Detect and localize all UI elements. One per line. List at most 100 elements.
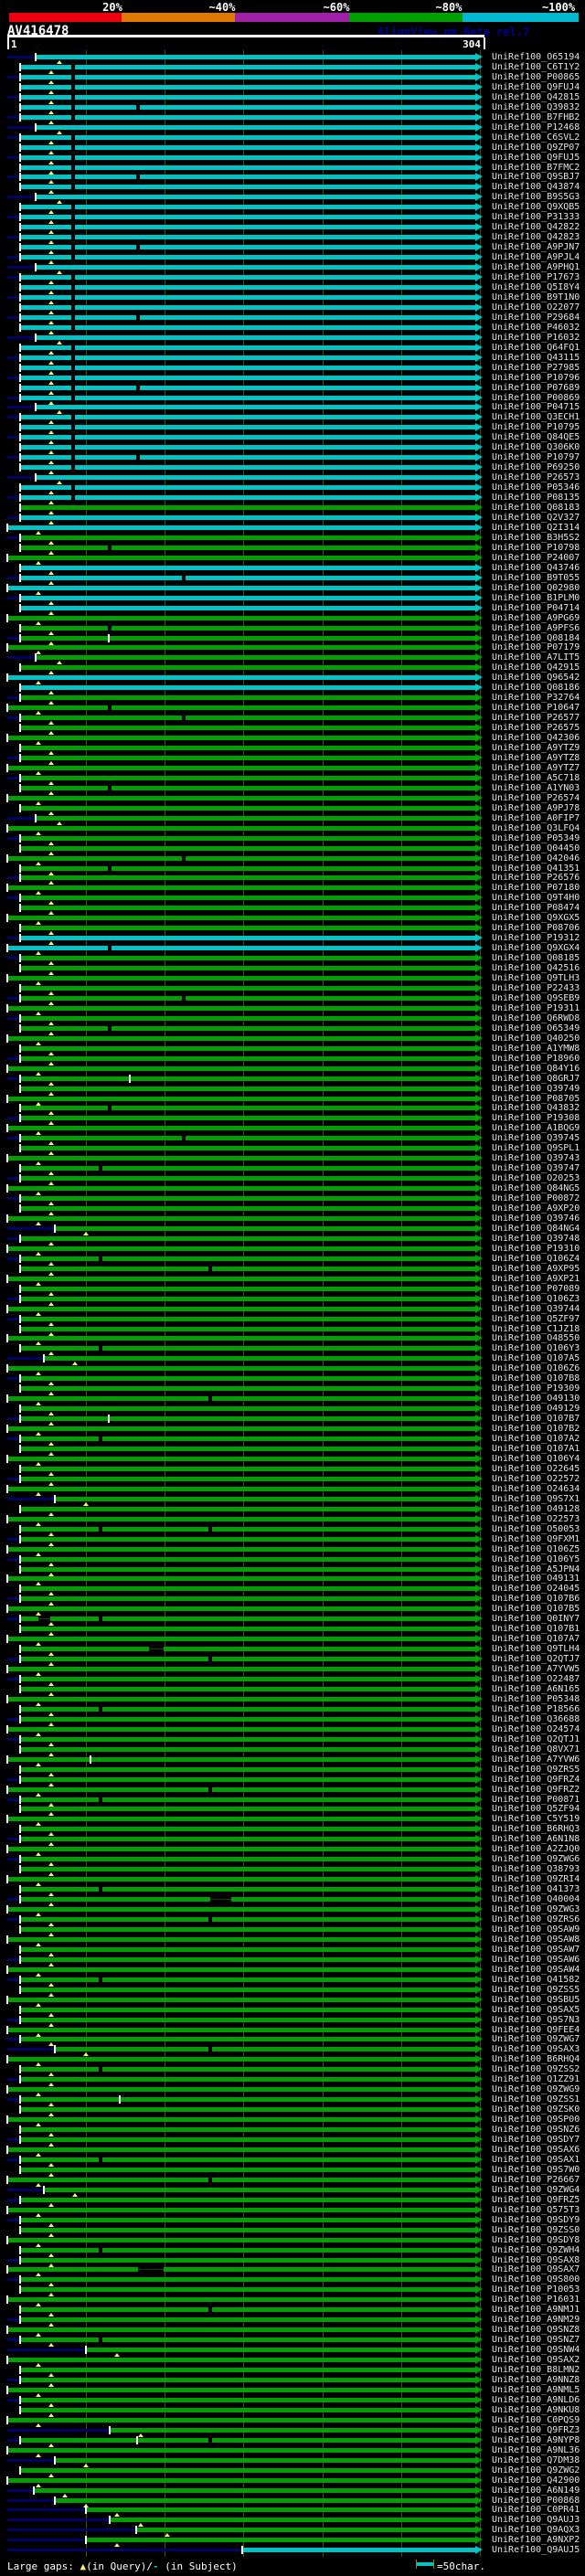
- hit-label[interactable]: UniRef100_Q9SNZ6: [492, 2125, 580, 2135]
- hit-label[interactable]: UniRef100_O49129: [492, 1404, 580, 1414]
- hit-label[interactable]: UniRef100_Q2V327: [492, 513, 580, 523]
- hit-label[interactable]: UniRef100_O49131: [492, 1574, 580, 1584]
- hit-label[interactable]: UniRef100_O24574: [492, 1724, 580, 1734]
- hit-label[interactable]: UniRef100_A9NMJ1: [492, 2305, 580, 2315]
- hit-bar[interactable]: [19, 1687, 475, 1691]
- hit-label[interactable]: UniRef100_Q9SDY8: [492, 2235, 580, 2245]
- hit-bar[interactable]: [19, 1617, 475, 1621]
- hit-label[interactable]: UniRef100_P26575: [492, 723, 580, 733]
- hit-label[interactable]: UniRef100_C5Y519: [492, 1814, 580, 1824]
- hit-bar[interactable]: [19, 2107, 475, 2112]
- hit-bar[interactable]: [19, 636, 475, 641]
- hit-bar[interactable]: [54, 2458, 475, 2463]
- hit-label[interactable]: UniRef100_P16032: [492, 333, 580, 343]
- hit-bar[interactable]: [7, 916, 475, 920]
- hit-bar[interactable]: [34, 2488, 475, 2493]
- hit-bar[interactable]: [19, 986, 475, 991]
- hit-bar[interactable]: [19, 1076, 475, 1081]
- hit-bar[interactable]: [19, 1206, 475, 1211]
- hit-bar[interactable]: [19, 2077, 475, 2082]
- hit-bar[interactable]: [19, 1436, 475, 1441]
- hit-bar[interactable]: [7, 1006, 475, 1011]
- hit-label[interactable]: UniRef100_Q106Z3: [492, 1294, 580, 1304]
- hit-label[interactable]: UniRef100_Q9SBJ7: [492, 172, 580, 182]
- hit-label[interactable]: UniRef100_Q9FXM1: [492, 1534, 580, 1544]
- hit-label[interactable]: UniRef100_Q9S7X1: [492, 1494, 580, 1504]
- hit-bar[interactable]: [7, 1757, 475, 1762]
- hit-bar[interactable]: [7, 1336, 475, 1341]
- hit-bar[interactable]: [7, 1697, 475, 1701]
- hit-label[interactable]: UniRef100_P07180: [492, 883, 580, 893]
- hit-bar[interactable]: [19, 1927, 475, 1932]
- hit-bar[interactable]: [19, 1317, 475, 1321]
- hit-bar[interactable]: [19, 355, 475, 360]
- hit-bar[interactable]: [19, 875, 475, 880]
- hit-label[interactable]: UniRef100_Q106Z6: [492, 1363, 580, 1373]
- hit-bar[interactable]: [19, 606, 475, 610]
- hit-label[interactable]: UniRef100_P00865: [492, 72, 580, 82]
- hit-label[interactable]: UniRef100_Q2QTJ7: [492, 1654, 580, 1664]
- hit-bar[interactable]: [19, 2337, 475, 2342]
- hit-bar[interactable]: [19, 315, 475, 320]
- hit-bar[interactable]: [19, 695, 475, 700]
- hit-label[interactable]: UniRef100_Q5ZF94: [492, 1804, 580, 1814]
- hit-label[interactable]: UniRef100_P05348: [492, 1694, 580, 1704]
- hit-label[interactable]: UniRef100_A7YVW5: [492, 1664, 580, 1674]
- hit-label[interactable]: UniRef100_Q9FRZ2: [492, 1785, 580, 1795]
- hit-label[interactable]: UniRef100_A9PG69: [492, 613, 580, 623]
- hit-label[interactable]: UniRef100_Q9SAW8: [492, 1935, 580, 1945]
- hit-bar[interactable]: [19, 515, 475, 520]
- hit-bar[interactable]: [19, 1988, 475, 1992]
- hit-label[interactable]: UniRef100_B7FHB2: [492, 112, 580, 122]
- hit-bar[interactable]: [19, 966, 475, 970]
- hit-label[interactable]: UniRef100_P17673: [492, 272, 580, 282]
- hit-label[interactable]: UniRef100_A9NKU8: [492, 2405, 580, 2415]
- hit-label[interactable]: UniRef100_O24634: [492, 1484, 580, 1494]
- hit-bar[interactable]: [19, 366, 475, 370]
- hit-label[interactable]: UniRef100_Q42815: [492, 92, 580, 102]
- hit-bar[interactable]: [7, 2147, 475, 2152]
- hit-bar[interactable]: [19, 1176, 475, 1181]
- hit-bar[interactable]: [19, 1087, 475, 1091]
- hit-label[interactable]: UniRef100_Q9TLH4: [492, 1644, 580, 1654]
- hit-label[interactable]: UniRef100_Q9ZWG3: [492, 1904, 580, 1914]
- hit-label[interactable]: UniRef100_P69250: [492, 462, 580, 472]
- hit-label[interactable]: UniRef100_Q9SAW7: [492, 1945, 580, 1955]
- hit-label[interactable]: UniRef100_Q9FRZ5: [492, 2195, 580, 2205]
- hit-bar[interactable]: [19, 2398, 475, 2402]
- hit-bar[interactable]: [19, 325, 475, 330]
- hit-label[interactable]: UniRef100_P05349: [492, 833, 580, 843]
- hit-bar[interactable]: [19, 295, 475, 300]
- hit-bar[interactable]: [19, 145, 475, 150]
- hit-bar[interactable]: [19, 435, 475, 440]
- hit-label[interactable]: UniRef100_O65349: [492, 1023, 580, 1034]
- hit-bar[interactable]: [19, 1467, 475, 1471]
- hit-label[interactable]: UniRef100_Q9ZSS0: [492, 2225, 580, 2235]
- hit-bar[interactable]: [19, 1287, 475, 1291]
- hit-bar[interactable]: [7, 1066, 475, 1071]
- hit-label[interactable]: UniRef100_Q5ZF97: [492, 1314, 580, 1324]
- hit-label[interactable]: UniRef100_Q9ZP07: [492, 143, 580, 153]
- hit-bar[interactable]: [36, 335, 475, 340]
- hit-bar[interactable]: [19, 2408, 475, 2412]
- hit-bar[interactable]: [19, 1947, 475, 1952]
- hit-label[interactable]: UniRef100_Q9SEB9: [492, 993, 580, 1003]
- hit-label[interactable]: UniRef100_A9YTZ9: [492, 743, 580, 753]
- hit-label[interactable]: UniRef100_Q106Z4: [492, 1254, 580, 1264]
- hit-bar[interactable]: [19, 1327, 475, 1331]
- hit-bar[interactable]: [19, 936, 475, 940]
- hit-bar[interactable]: [7, 705, 475, 710]
- hit-label[interactable]: UniRef100_A9XP21: [492, 1274, 580, 1284]
- hit-bar[interactable]: [7, 826, 475, 831]
- hit-label[interactable]: UniRef100_Q107A7: [492, 1634, 580, 1644]
- hit-label[interactable]: UniRef100_Q9ZSS5: [492, 1985, 580, 1995]
- hit-bar[interactable]: [19, 1537, 475, 1542]
- hit-bar[interactable]: [7, 1396, 475, 1401]
- hit-bar[interactable]: [109, 2518, 475, 2522]
- hit-bar[interactable]: [7, 2117, 475, 2122]
- hit-bar[interactable]: [19, 305, 475, 310]
- hit-label[interactable]: UniRef100_A9XP95: [492, 1264, 580, 1274]
- hit-bar[interactable]: [19, 2198, 475, 2202]
- hit-bar[interactable]: [7, 946, 475, 950]
- hit-bar[interactable]: [36, 816, 475, 821]
